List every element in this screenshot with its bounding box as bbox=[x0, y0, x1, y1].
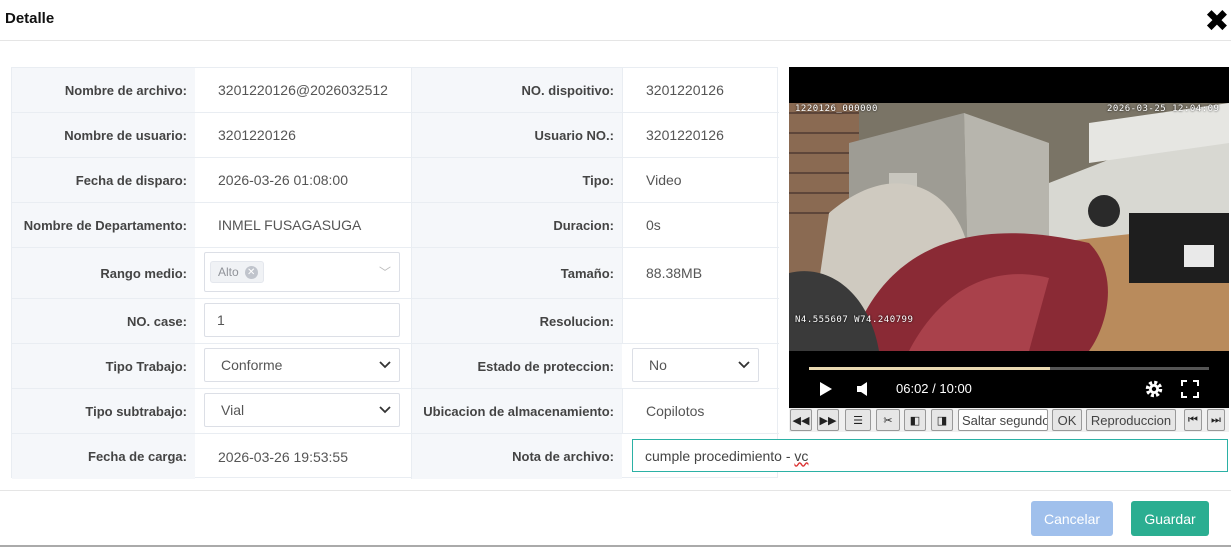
label-fecha-carga: Fecha de carga: bbox=[12, 434, 195, 479]
value-tipo: Video bbox=[622, 158, 779, 202]
gear-icon[interactable] bbox=[1144, 379, 1164, 399]
save-button[interactable]: Guardar bbox=[1131, 501, 1209, 536]
video-progress-bar[interactable] bbox=[809, 367, 1209, 370]
value-no-dispositivo: 3201220126 bbox=[622, 68, 779, 112]
label-resolucion: Resolucion: bbox=[411, 299, 622, 343]
tipo-subtrabajo-value: Vial bbox=[221, 402, 245, 418]
label-nombre-archivo: Nombre de archivo: bbox=[12, 68, 195, 112]
tipo-trabajo-select[interactable]: Conforme bbox=[204, 348, 400, 382]
overlay-gps: N4.555607 W74.240799 bbox=[795, 315, 914, 325]
detail-row: Nombre de usuario: 3201220126 Usuario NO… bbox=[12, 113, 779, 158]
value-fecha-disparo: 2026-03-26 01:08:00 bbox=[218, 172, 348, 188]
skip-start-icon[interactable]: ⏮ bbox=[1184, 409, 1202, 431]
overlay-datetime: 2026-03-25 12:04:09 bbox=[1107, 104, 1220, 114]
rango-tag-label: Alto bbox=[218, 265, 239, 279]
nota-archivo-input[interactable]: cumple procedimiento - vc bbox=[632, 439, 1228, 472]
cancel-button[interactable]: Cancelar bbox=[1031, 501, 1113, 536]
fullscreen-icon[interactable] bbox=[1181, 380, 1199, 398]
video-frame: 1220126_000000 2026-03-25 12:04:09 N4.55… bbox=[789, 103, 1229, 351]
value-fecha-carga: 2026-03-26 19:53:55 bbox=[218, 448, 348, 465]
chevron-down-icon bbox=[738, 361, 750, 369]
scissors-icon[interactable]: ✂ bbox=[876, 409, 900, 431]
value-nombre-archivo: 3201220126@2026032512 bbox=[218, 82, 388, 98]
video-frame-image bbox=[789, 103, 1229, 351]
label-tamano: Tamaño: bbox=[411, 248, 622, 298]
frame-back-icon[interactable]: ◧ bbox=[904, 409, 926, 431]
chevron-down-icon bbox=[379, 361, 391, 369]
label-duracion: Duracion: bbox=[411, 203, 622, 247]
label-nombre-usuario: Nombre de usuario: bbox=[12, 113, 195, 157]
value-usuario-no: 3201220126 bbox=[622, 113, 779, 157]
detail-row: Nombre de archivo: 3201220126@2026032512… bbox=[12, 68, 779, 113]
detail-row: Fecha de disparo: 2026-03-26 01:08:00 Ti… bbox=[12, 158, 779, 203]
play-icon[interactable] bbox=[819, 381, 833, 397]
list-icon[interactable]: ☰ bbox=[845, 409, 871, 431]
label-estado-proteccion: Estado de proteccion: bbox=[411, 344, 622, 388]
volume-icon[interactable] bbox=[856, 381, 870, 397]
overlay-device-id: 1220126_000000 bbox=[795, 104, 878, 114]
rewind-icon[interactable]: ◀◀ bbox=[790, 409, 812, 431]
label-tipo-trabajo: Tipo Trabajo: bbox=[12, 344, 195, 388]
value-ubicacion: Copilotos bbox=[622, 389, 779, 433]
fast-forward-icon[interactable]: ▶▶ bbox=[817, 409, 839, 431]
chevron-down-icon: ﹀ bbox=[378, 265, 391, 280]
label-no-dispositivo: NO. dispoitivo: bbox=[411, 68, 622, 112]
label-usuario-no: Usuario NO.: bbox=[411, 113, 622, 157]
frame-forward-icon[interactable]: ◨ bbox=[931, 409, 953, 431]
label-ubicacion: Ubicacion de almacenamiento: bbox=[411, 389, 622, 433]
skip-seconds-input[interactable]: Saltar segundo bbox=[958, 409, 1048, 431]
label-fecha-disparo: Fecha de disparo: bbox=[12, 158, 195, 202]
label-departamento: Nombre de Departamento: bbox=[12, 203, 195, 247]
dialog-header: Detalle ✖ bbox=[0, 0, 1231, 41]
estado-proteccion-value: No bbox=[649, 357, 667, 373]
value-resolucion bbox=[622, 299, 779, 343]
video-progress-fill bbox=[809, 367, 1051, 370]
value-departamento: INMEL FUSAGASUGA bbox=[218, 217, 362, 233]
tipo-trabajo-value: Conforme bbox=[221, 357, 283, 373]
label-nota-archivo: Nota de archivo: bbox=[411, 434, 622, 479]
value-duracion: 0s bbox=[622, 203, 779, 247]
playback-button-label: Reproduccion bbox=[1090, 412, 1172, 428]
nota-misspelled-word: vc bbox=[794, 447, 809, 464]
skip-seconds-placeholder: Saltar segundo bbox=[962, 412, 1048, 428]
close-icon[interactable]: ✖ bbox=[1203, 7, 1231, 37]
ok-button[interactable]: OK bbox=[1052, 409, 1082, 431]
case-no-input[interactable]: 1 bbox=[204, 303, 400, 337]
video-player[interactable]: 1220126_000000 2026-03-25 12:04:09 N4.55… bbox=[789, 67, 1229, 408]
case-no-value: 1 bbox=[217, 312, 225, 328]
rango-medio-select[interactable]: Alto ✕ ﹀ bbox=[204, 252, 400, 292]
label-tipo-subtrabajo: Tipo subtrabajo: bbox=[12, 389, 195, 433]
playback-button[interactable]: Reproduccion bbox=[1086, 409, 1176, 431]
rango-tag: Alto ✕ bbox=[210, 261, 264, 283]
skip-end-icon[interactable]: ⏭ bbox=[1207, 409, 1225, 431]
video-time: 06:02 / 10:00 bbox=[896, 381, 972, 396]
chevron-down-icon bbox=[379, 406, 391, 414]
tipo-subtrabajo-select[interactable]: Vial bbox=[204, 393, 400, 427]
ok-button-label: OK bbox=[1057, 412, 1077, 428]
nota-plain-text: cumple procedimiento - bbox=[645, 447, 795, 464]
tag-remove-icon[interactable]: ✕ bbox=[244, 265, 258, 279]
detail-row: Nombre de Departamento: INMEL FUSAGASUGA… bbox=[12, 203, 779, 248]
value-tamano: 88.38MB bbox=[622, 248, 779, 298]
label-no-case: NO. case: bbox=[12, 299, 195, 343]
value-nombre-usuario: 3201220126 bbox=[218, 127, 296, 143]
estado-proteccion-select[interactable]: No bbox=[632, 348, 759, 382]
footer-divider bbox=[0, 490, 1231, 491]
nota-archivo-text: cumple procedimiento - vc bbox=[645, 448, 808, 464]
label-rango-medio: Rango medio: bbox=[12, 248, 195, 298]
video-toolbar: ◀◀ ▶▶ ☰ ✂ ◧ ◨ Saltar segundo OK Reproduc… bbox=[789, 408, 1229, 432]
label-tipo: Tipo: bbox=[411, 158, 622, 202]
dialog-title: Detalle bbox=[5, 10, 55, 27]
